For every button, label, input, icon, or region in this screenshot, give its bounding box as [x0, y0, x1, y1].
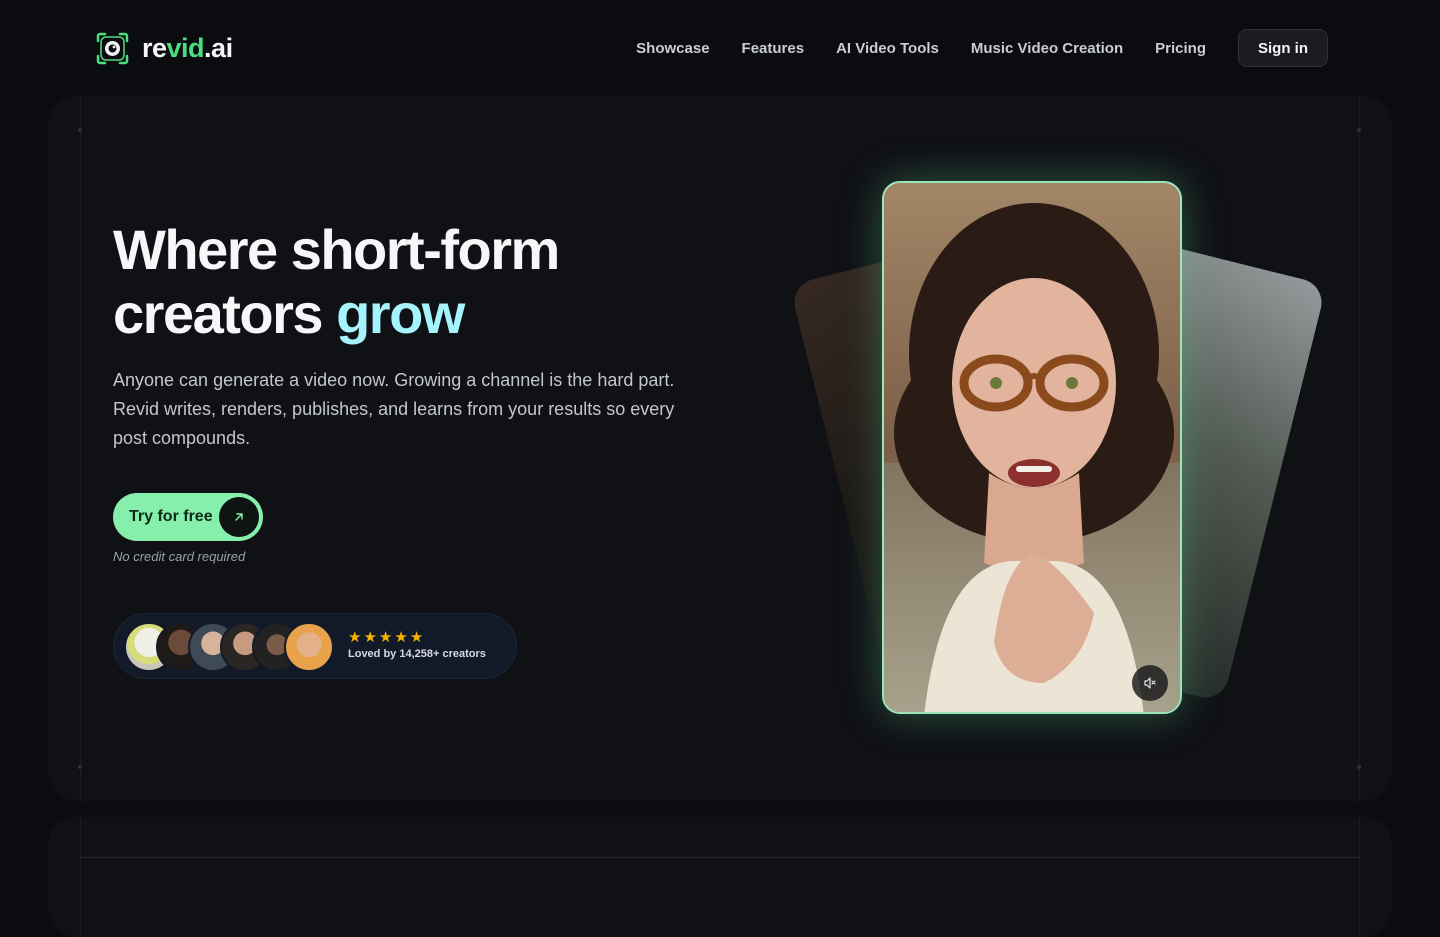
sign-in-button[interactable]: Sign in — [1238, 29, 1328, 67]
guide-line-right — [1359, 817, 1360, 937]
hero-subtitle: Anyone can generate a video now. Growing… — [113, 370, 675, 448]
hero-section: Where short-form creators grow Anyone ca… — [48, 96, 1392, 801]
corner-dot — [1357, 128, 1361, 132]
video-frame-illustration — [884, 183, 1180, 712]
divider — [80, 857, 1360, 858]
guide-line-left — [80, 817, 81, 937]
corner-dot — [78, 128, 82, 132]
logo-link[interactable]: revid.ai — [95, 30, 233, 66]
hero-title-line1: Where short-form — [113, 218, 560, 281]
nav-link-showcase[interactable]: Showcase — [636, 40, 709, 57]
star-icon: ★ — [394, 629, 408, 646]
star-icon: ★ — [348, 629, 362, 646]
camera-eye-icon — [95, 31, 130, 66]
social-proof-pill: ★ ★ ★ ★ ★ Loved by 14,258+ creators — [113, 613, 517, 679]
star-icon: ★ — [378, 629, 393, 646]
nav-links: Showcase Features AI Video Tools Music V… — [636, 29, 1328, 67]
muted-speaker-icon[interactable] — [1132, 665, 1168, 701]
top-nav: revid.ai Showcase Features AI Video Tool… — [0, 0, 1440, 96]
hero-title-line2: creators — [113, 282, 337, 345]
star-icon: ★ — [409, 629, 424, 646]
nav-link-music-video-creation[interactable]: Music Video Creation — [971, 40, 1123, 57]
avatar — [284, 622, 334, 672]
arrow-up-right-icon — [219, 497, 259, 537]
guide-line-left — [80, 96, 81, 801]
corner-dot — [1357, 765, 1361, 769]
nav-link-ai-video-tools[interactable]: AI Video Tools — [836, 40, 939, 57]
next-section — [48, 817, 1392, 937]
logo-wordmark: revid.ai — [142, 32, 233, 63]
cta-label: Try for free — [129, 508, 213, 525]
nav-link-features[interactable]: Features — [742, 40, 805, 57]
social-proof-label: Loved by 14,258+ creators — [348, 648, 486, 660]
nav-link-pricing[interactable]: Pricing — [1155, 40, 1206, 57]
rating-stars: ★ ★ ★ ★ ★ — [348, 630, 423, 645]
cta-note: No credit card required — [113, 549, 246, 564]
corner-dot — [78, 765, 82, 769]
hero-video-preview[interactable] — [882, 181, 1182, 714]
hero-title: Where short-form creators grow — [113, 218, 560, 346]
hero-title-accent: grow — [336, 282, 465, 345]
guide-line-right — [1359, 96, 1360, 801]
try-for-free-button[interactable]: Try for free — [113, 493, 263, 541]
star-icon: ★ — [363, 629, 377, 646]
